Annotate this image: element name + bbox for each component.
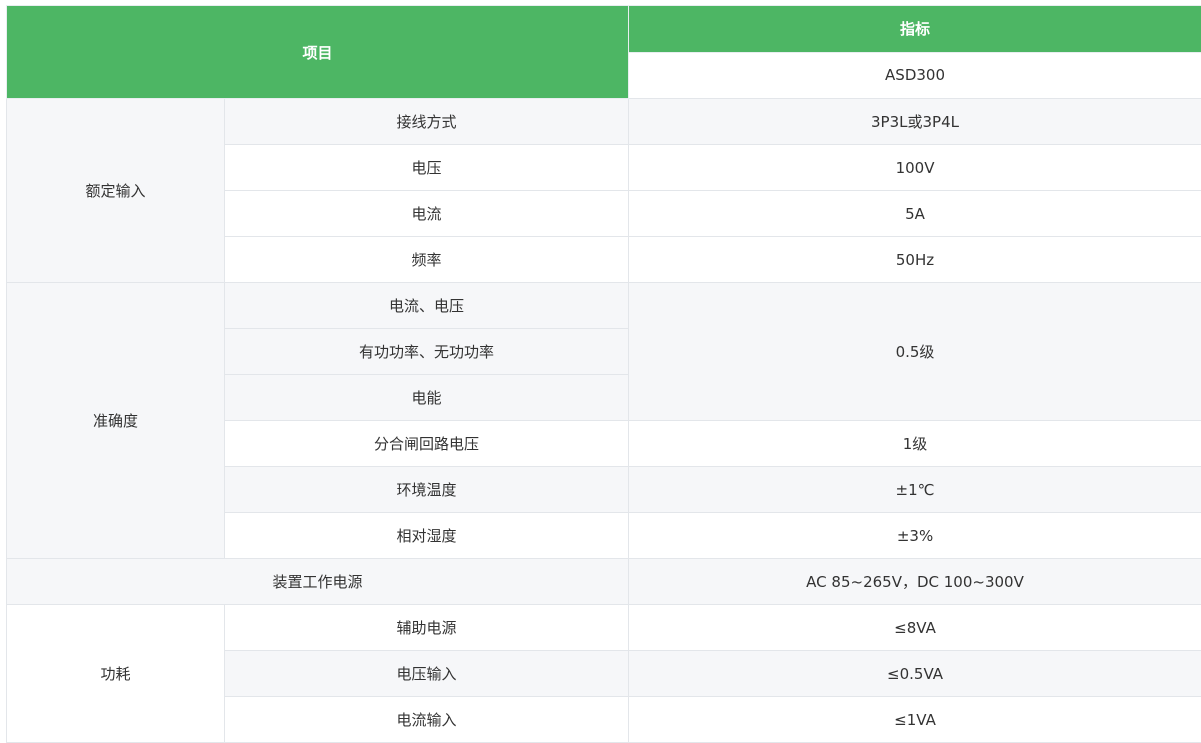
- row-label: 电压: [225, 145, 629, 191]
- header-spec: 指标: [629, 6, 1201, 53]
- group-rated-input: 额定输入: [7, 99, 225, 283]
- power-supply-value: AC 85~265V，DC 100~300V: [629, 559, 1201, 605]
- row-value: ±3%: [629, 513, 1201, 559]
- row-label: 电能: [225, 375, 629, 421]
- row-value: ≤1VA: [629, 697, 1201, 743]
- row-label: 分合闸回路电压: [225, 421, 629, 467]
- header-item: 项目: [7, 6, 629, 99]
- group-accuracy: 准确度: [7, 283, 225, 559]
- table-header-row: 项目 指标: [7, 6, 1201, 53]
- row-label: 相对湿度: [225, 513, 629, 559]
- row-value: ±1℃: [629, 467, 1201, 513]
- row-value-merged: 0.5级: [629, 283, 1201, 421]
- spec-table: 项目 指标 ASD300 额定输入 接线方式 3P3L或3P4L 电压 100V…: [6, 5, 1201, 743]
- row-label: 电压输入: [225, 651, 629, 697]
- header-model: ASD300: [629, 52, 1201, 99]
- group-consumption: 功耗: [7, 605, 225, 743]
- row-label: 电流、电压: [225, 283, 629, 329]
- table-row: 功耗 辅助电源 ≤8VA: [7, 605, 1201, 651]
- row-label: 电流输入: [225, 697, 629, 743]
- row-label: 电流: [225, 191, 629, 237]
- row-value: ≤8VA: [629, 605, 1201, 651]
- row-label: 环境温度: [225, 467, 629, 513]
- table-row: 装置工作电源 AC 85~265V，DC 100~300V: [7, 559, 1201, 605]
- table-row: 额定输入 接线方式 3P3L或3P4L: [7, 99, 1201, 145]
- row-value: ≤0.5VA: [629, 651, 1201, 697]
- row-label: 辅助电源: [225, 605, 629, 651]
- row-label: 频率: [225, 237, 629, 283]
- row-label: 接线方式: [225, 99, 629, 145]
- row-value: 5A: [629, 191, 1201, 237]
- row-value: 100V: [629, 145, 1201, 191]
- row-label: 有功功率、无功功率: [225, 329, 629, 375]
- row-value: 50Hz: [629, 237, 1201, 283]
- power-supply-label: 装置工作电源: [7, 559, 629, 605]
- table-row: 准确度 电流、电压 0.5级: [7, 283, 1201, 329]
- row-value: 3P3L或3P4L: [629, 99, 1201, 145]
- row-value: 1级: [629, 421, 1201, 467]
